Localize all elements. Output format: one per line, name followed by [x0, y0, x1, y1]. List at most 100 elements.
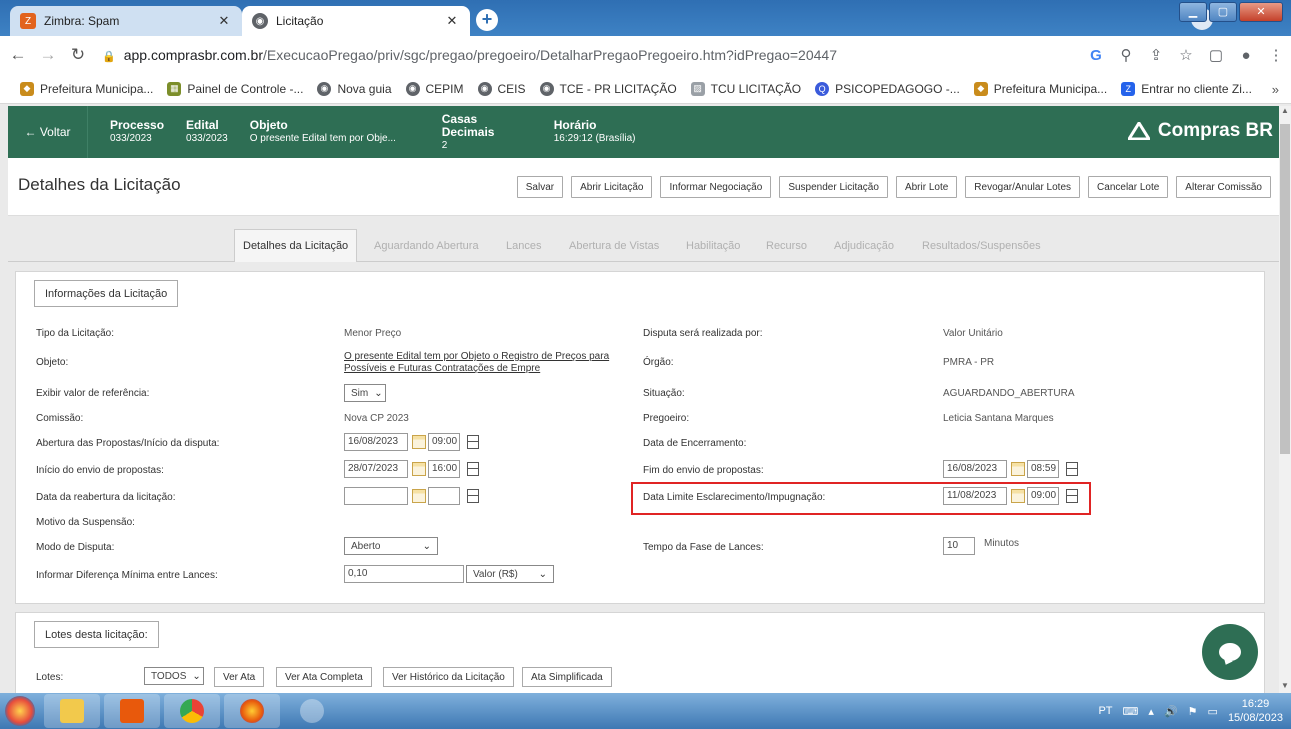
taskbar-app[interactable] — [284, 694, 340, 728]
bookmark-item[interactable]: ◉ CEIS — [477, 81, 526, 96]
minimize-button[interactable]: ▁ — [1179, 2, 1207, 22]
back-button[interactable]: ← Voltar — [8, 106, 88, 158]
bookmark-item[interactable]: ◉ TCE - PR LICITAÇÃO — [539, 81, 677, 96]
bookmark-item[interactable]: ▨ TCU LICITAÇÃO — [690, 81, 801, 96]
time-picker-icon[interactable] — [1066, 462, 1078, 476]
zoom-icon[interactable]: ⚲ — [1111, 46, 1141, 64]
chat-widget-button[interactable] — [1202, 624, 1258, 680]
bookmark-item[interactable]: ◆ Prefeitura Municipa... — [20, 81, 153, 96]
bookmark-item[interactable]: ◉ Nova guia — [317, 81, 392, 96]
reabertura-time-input[interactable] — [428, 487, 460, 505]
calendar-icon[interactable] — [1011, 462, 1025, 476]
diferenca-tipo-select[interactable]: Valor (R$) ⌄ — [466, 565, 554, 583]
share-icon[interactable]: ⇪ — [1141, 46, 1171, 64]
bookmark-item[interactable]: ◉ CEPIM — [405, 81, 464, 96]
ver-ata-button[interactable]: Ver Ata — [214, 667, 265, 687]
tab-detalhes[interactable]: Detalhes da Licitação — [234, 229, 358, 262]
bookmark-item[interactable]: ▦ Painel de Controle -... — [167, 81, 303, 96]
time-picker-icon[interactable] — [1066, 489, 1078, 503]
open-lot-button[interactable]: Abrir Lote — [895, 176, 958, 198]
objeto-link[interactable]: O presente Edital tem por Objeto o Regis… — [344, 351, 609, 375]
q-icon: Q — [815, 81, 830, 96]
scroll-up-icon[interactable]: ▲ — [1279, 106, 1291, 118]
lots-select[interactable]: TODOS ⌄ — [144, 667, 204, 685]
bookmark-item[interactable]: Z Entrar no cliente Zi... — [1121, 81, 1252, 96]
ata-simplificada-button[interactable]: Ata Simplificada — [522, 667, 612, 687]
tab-aguardando-abertura[interactable]: Aguardando Abertura — [374, 229, 479, 262]
volume-icon[interactable]: 🔊 — [1164, 705, 1178, 718]
scroll-down-icon[interactable]: ▼ — [1279, 681, 1291, 693]
taskbar-office[interactable] — [104, 694, 160, 728]
tab-licitacao[interactable]: ◉ Licitação ✕ — [242, 6, 470, 36]
bookmark-star-icon[interactable]: ☆ — [1171, 46, 1201, 64]
time-picker-icon[interactable] — [467, 489, 479, 503]
tempo-input[interactable]: 10 — [943, 537, 975, 555]
ver-ata-completa-button[interactable]: Ver Ata Completa — [276, 667, 372, 687]
calendar-icon[interactable] — [412, 435, 426, 449]
header-horario: Horário 16:29:12 (Brasília) — [554, 119, 636, 145]
bookmark-item[interactable]: ◆ Prefeitura Municipa... — [973, 81, 1107, 96]
action-center-icon[interactable]: ▭ — [1208, 705, 1218, 718]
limite-time-input[interactable]: 09:00 — [1027, 487, 1059, 505]
diferenca-input[interactable]: 0,10 — [344, 565, 464, 583]
show-hidden-icons-icon[interactable]: ▴ — [1148, 705, 1154, 718]
situacao-label: Situação: — [643, 388, 685, 399]
taskbar-firefox[interactable] — [224, 694, 280, 728]
forward-arrow-icon[interactable]: → — [36, 45, 60, 65]
bookmark-item[interactable]: Q PSICOPEDAGOGO -... — [815, 81, 960, 96]
profile-avatar-icon[interactable]: ● — [1231, 47, 1261, 64]
calendar-icon[interactable] — [412, 489, 426, 503]
network-icon[interactable]: ⚑ — [1188, 705, 1198, 718]
back-arrow-icon[interactable]: ← — [6, 45, 30, 65]
fim-time-input[interactable]: 08:59 — [1027, 460, 1059, 478]
tab-habilitacao[interactable]: Habilitação — [686, 229, 740, 262]
inform-negotiation-button[interactable]: Informar Negociação — [660, 176, 772, 198]
tab-resultados[interactable]: Resultados/Suspensões — [922, 229, 1041, 262]
time-picker-icon[interactable] — [467, 462, 479, 476]
save-button[interactable]: Salvar — [516, 176, 564, 198]
start-button[interactable] — [0, 693, 40, 729]
city-crest-icon: ◆ — [973, 81, 988, 96]
taskbar-clock[interactable]: 16:29 15/08/2023 — [1228, 697, 1283, 725]
revoke-lots-button[interactable]: Revogar/Anular Lotes — [965, 176, 1081, 198]
reload-icon[interactable]: ↻ — [66, 45, 90, 65]
tab-abertura-vistas[interactable]: Abertura de Vistas — [569, 229, 659, 262]
page-scrollbar[interactable]: ▲ ▼ — [1279, 106, 1291, 693]
ver-historico-button[interactable]: Ver Histórico da Licitação — [383, 667, 514, 687]
inicio-time-input[interactable]: 16:00 — [428, 460, 460, 478]
more-bookmarks-icon[interactable]: » — [1272, 82, 1279, 97]
modo-select[interactable]: Aberto ⌄ — [344, 537, 438, 555]
browser-menu-icon[interactable]: ⋮ — [1261, 46, 1291, 64]
open-bidding-button[interactable]: Abrir Licitação — [571, 176, 653, 198]
suspend-bidding-button[interactable]: Suspender Licitação — [779, 176, 888, 198]
fim-date-input[interactable]: 16/08/2023 — [943, 460, 1007, 478]
abertura-date-input[interactable]: 16/08/2023 — [344, 433, 408, 451]
tab-recurso[interactable]: Recurso — [766, 229, 807, 262]
close-window-button[interactable]: ✕ — [1239, 2, 1283, 22]
google-icon[interactable]: G — [1081, 47, 1111, 64]
close-tab-icon[interactable]: ✕ — [444, 13, 460, 29]
scroll-thumb[interactable] — [1280, 124, 1290, 454]
calendar-icon[interactable] — [1011, 489, 1025, 503]
tab-lances[interactable]: Lances — [506, 229, 541, 262]
inicio-date-input[interactable]: 28/07/2023 — [344, 460, 408, 478]
taskbar-chrome[interactable] — [164, 694, 220, 728]
keyboard-icon[interactable]: ⌨ — [1123, 705, 1139, 718]
exibir-select[interactable]: Sim ⌄ — [344, 384, 386, 402]
time-picker-icon[interactable] — [467, 435, 479, 449]
limite-date-input[interactable]: 11/08/2023 — [943, 487, 1007, 505]
maximize-button[interactable]: ▢ — [1209, 2, 1237, 22]
change-commission-button[interactable]: Alterar Comissão — [1176, 176, 1271, 198]
new-tab-button[interactable]: + — [476, 9, 498, 31]
tab-zimbra-spam[interactable]: Z Zimbra: Spam ✕ — [10, 6, 242, 36]
close-tab-icon[interactable]: ✕ — [216, 13, 232, 29]
reabertura-date-input[interactable] — [344, 487, 408, 505]
calendar-icon[interactable] — [412, 462, 426, 476]
tab-adjudicacao[interactable]: Adjudicação — [834, 229, 894, 262]
language-indicator[interactable]: PT — [1098, 705, 1112, 717]
url-field[interactable]: 🔒 app.comprasbr.com.br/ExecucaoPregao/pri… — [102, 47, 1081, 63]
cancel-lot-button[interactable]: Cancelar Lote — [1088, 176, 1169, 198]
abertura-time-input[interactable]: 09:00 — [428, 433, 460, 451]
taskbar-explorer[interactable] — [44, 694, 100, 728]
side-panel-icon[interactable]: ▢ — [1201, 46, 1231, 64]
